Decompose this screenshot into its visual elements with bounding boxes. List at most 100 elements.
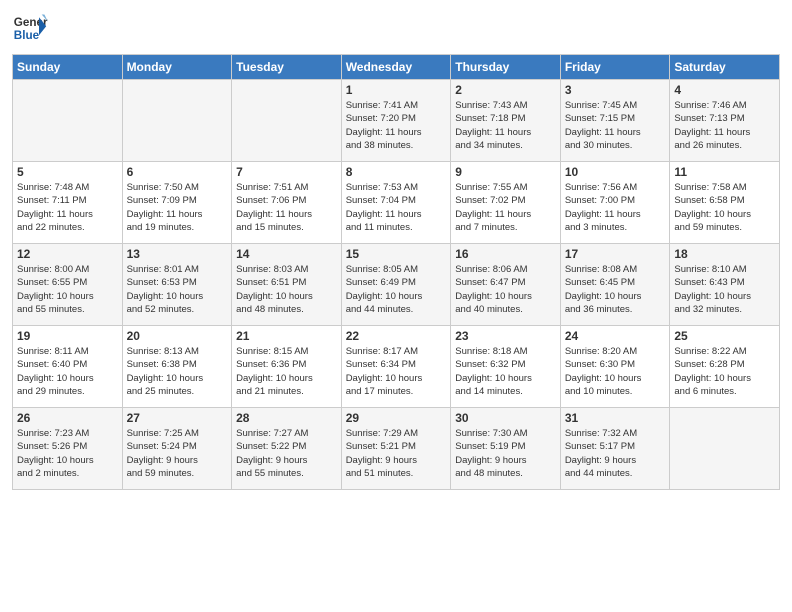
- calendar-week-row: 12 Sunrise: 8:00 AM Sunset: 6:55 PM Dayli…: [13, 244, 780, 326]
- day-info: Sunrise: 7:27 AM Sunset: 5:22 PM Dayligh…: [236, 427, 337, 480]
- day-info: Sunrise: 7:30 AM Sunset: 5:19 PM Dayligh…: [455, 427, 556, 480]
- day-number: 21: [236, 329, 337, 343]
- calendar-cell: 27 Sunrise: 7:25 AM Sunset: 5:24 PM Dayli…: [122, 408, 232, 490]
- weekday-header-friday: Friday: [560, 55, 670, 80]
- day-number: 25: [674, 329, 775, 343]
- day-info: Sunrise: 7:25 AM Sunset: 5:24 PM Dayligh…: [127, 427, 228, 480]
- calendar-cell: 18 Sunrise: 8:10 AM Sunset: 6:43 PM Dayli…: [670, 244, 780, 326]
- calendar-week-row: 5 Sunrise: 7:48 AM Sunset: 7:11 PM Daylig…: [13, 162, 780, 244]
- day-info: Sunrise: 8:10 AM Sunset: 6:43 PM Dayligh…: [674, 263, 775, 316]
- day-number: 15: [346, 247, 447, 261]
- weekday-header-saturday: Saturday: [670, 55, 780, 80]
- calendar-cell: 21Sunrise: 8:15 AM Sunset: 6:36 PM Dayli…: [232, 326, 342, 408]
- day-info: Sunrise: 7:45 AM Sunset: 7:15 PM Dayligh…: [565, 99, 666, 152]
- day-number: 7: [236, 165, 337, 179]
- calendar-cell: 7 Sunrise: 7:51 AM Sunset: 7:06 PM Daylig…: [232, 162, 342, 244]
- weekday-header-wednesday: Wednesday: [341, 55, 451, 80]
- calendar-table: SundayMondayTuesdayWednesdayThursdayFrid…: [12, 54, 780, 490]
- weekday-header-monday: Monday: [122, 55, 232, 80]
- day-number: 27: [127, 411, 228, 425]
- calendar-cell: 22 Sunrise: 8:17 AM Sunset: 6:34 PM Dayli…: [341, 326, 451, 408]
- day-number: 20: [127, 329, 228, 343]
- day-info: Sunrise: 7:48 AM Sunset: 7:11 PM Dayligh…: [17, 181, 118, 234]
- calendar-cell: 1 Sunrise: 7:41 AM Sunset: 7:20 PM Daylig…: [341, 80, 451, 162]
- calendar-cell: [122, 80, 232, 162]
- calendar-cell: 24Sunrise: 8:20 AM Sunset: 6:30 PM Dayli…: [560, 326, 670, 408]
- day-number: 30: [455, 411, 556, 425]
- calendar-cell: [232, 80, 342, 162]
- calendar-week-row: 1 Sunrise: 7:41 AM Sunset: 7:20 PM Daylig…: [13, 80, 780, 162]
- calendar-cell: 14Sunrise: 8:03 AM Sunset: 6:51 PM Dayli…: [232, 244, 342, 326]
- calendar-header-row: SundayMondayTuesdayWednesdayThursdayFrid…: [13, 55, 780, 80]
- weekday-header-tuesday: Tuesday: [232, 55, 342, 80]
- day-info: Sunrise: 7:55 AM Sunset: 7:02 PM Dayligh…: [455, 181, 556, 234]
- day-number: 1: [346, 83, 447, 97]
- day-info: Sunrise: 7:41 AM Sunset: 7:20 PM Dayligh…: [346, 99, 447, 152]
- calendar-cell: 25 Sunrise: 8:22 AM Sunset: 6:28 PM Dayli…: [670, 326, 780, 408]
- calendar-cell: 11 Sunrise: 7:58 AM Sunset: 6:58 PM Dayli…: [670, 162, 780, 244]
- day-info: Sunrise: 7:23 AM Sunset: 5:26 PM Dayligh…: [17, 427, 118, 480]
- day-info: Sunrise: 7:32 AM Sunset: 5:17 PM Dayligh…: [565, 427, 666, 480]
- header: General Blue: [12, 10, 780, 46]
- day-number: 28: [236, 411, 337, 425]
- day-info: Sunrise: 8:08 AM Sunset: 6:45 PM Dayligh…: [565, 263, 666, 316]
- day-number: 11: [674, 165, 775, 179]
- calendar-cell: 10Sunrise: 7:56 AM Sunset: 7:00 PM Dayli…: [560, 162, 670, 244]
- day-number: 22: [346, 329, 447, 343]
- day-info: Sunrise: 8:03 AM Sunset: 6:51 PM Dayligh…: [236, 263, 337, 316]
- svg-text:Blue: Blue: [14, 29, 40, 42]
- day-number: 10: [565, 165, 666, 179]
- day-number: 12: [17, 247, 118, 261]
- day-info: Sunrise: 8:00 AM Sunset: 6:55 PM Dayligh…: [17, 263, 118, 316]
- day-number: 4: [674, 83, 775, 97]
- calendar-cell: 23 Sunrise: 8:18 AM Sunset: 6:32 PM Dayli…: [451, 326, 561, 408]
- day-info: Sunrise: 7:53 AM Sunset: 7:04 PM Dayligh…: [346, 181, 447, 234]
- calendar-cell: 16 Sunrise: 8:06 AM Sunset: 6:47 PM Dayli…: [451, 244, 561, 326]
- calendar-cell: 6 Sunrise: 7:50 AM Sunset: 7:09 PM Daylig…: [122, 162, 232, 244]
- day-info: Sunrise: 8:05 AM Sunset: 6:49 PM Dayligh…: [346, 263, 447, 316]
- day-info: Sunrise: 8:13 AM Sunset: 6:38 PM Dayligh…: [127, 345, 228, 398]
- day-number: 24: [565, 329, 666, 343]
- calendar-cell: 4Sunrise: 7:46 AM Sunset: 7:13 PM Daylig…: [670, 80, 780, 162]
- day-info: Sunrise: 8:17 AM Sunset: 6:34 PM Dayligh…: [346, 345, 447, 398]
- day-info: Sunrise: 8:06 AM Sunset: 6:47 PM Dayligh…: [455, 263, 556, 316]
- day-number: 6: [127, 165, 228, 179]
- day-number: 2: [455, 83, 556, 97]
- day-number: 17: [565, 247, 666, 261]
- day-info: Sunrise: 7:58 AM Sunset: 6:58 PM Dayligh…: [674, 181, 775, 234]
- day-info: Sunrise: 7:50 AM Sunset: 7:09 PM Dayligh…: [127, 181, 228, 234]
- calendar-cell: 12 Sunrise: 8:00 AM Sunset: 6:55 PM Dayli…: [13, 244, 123, 326]
- weekday-header-sunday: Sunday: [13, 55, 123, 80]
- calendar-cell: 30 Sunrise: 7:30 AM Sunset: 5:19 PM Dayli…: [451, 408, 561, 490]
- calendar-cell: 26 Sunrise: 7:23 AM Sunset: 5:26 PM Dayli…: [13, 408, 123, 490]
- calendar-cell: 15 Sunrise: 8:05 AM Sunset: 6:49 PM Dayli…: [341, 244, 451, 326]
- calendar-cell: 29 Sunrise: 7:29 AM Sunset: 5:21 PM Dayli…: [341, 408, 451, 490]
- day-number: 16: [455, 247, 556, 261]
- day-number: 9: [455, 165, 556, 179]
- day-info: Sunrise: 8:22 AM Sunset: 6:28 PM Dayligh…: [674, 345, 775, 398]
- calendar-cell: 20 Sunrise: 8:13 AM Sunset: 6:38 PM Dayli…: [122, 326, 232, 408]
- calendar-cell: 19Sunrise: 8:11 AM Sunset: 6:40 PM Dayli…: [13, 326, 123, 408]
- calendar-cell: 9 Sunrise: 7:55 AM Sunset: 7:02 PM Daylig…: [451, 162, 561, 244]
- calendar-cell: 2Sunrise: 7:43 AM Sunset: 7:18 PM Daylig…: [451, 80, 561, 162]
- calendar-cell: 17 Sunrise: 8:08 AM Sunset: 6:45 PM Dayli…: [560, 244, 670, 326]
- calendar-week-row: 19Sunrise: 8:11 AM Sunset: 6:40 PM Dayli…: [13, 326, 780, 408]
- day-number: 13: [127, 247, 228, 261]
- calendar-cell: [13, 80, 123, 162]
- day-info: Sunrise: 8:18 AM Sunset: 6:32 PM Dayligh…: [455, 345, 556, 398]
- calendar-cell: [670, 408, 780, 490]
- day-number: 29: [346, 411, 447, 425]
- day-number: 19: [17, 329, 118, 343]
- day-info: Sunrise: 7:51 AM Sunset: 7:06 PM Dayligh…: [236, 181, 337, 234]
- day-number: 26: [17, 411, 118, 425]
- day-info: Sunrise: 7:29 AM Sunset: 5:21 PM Dayligh…: [346, 427, 447, 480]
- day-number: 23: [455, 329, 556, 343]
- weekday-header-thursday: Thursday: [451, 55, 561, 80]
- day-number: 5: [17, 165, 118, 179]
- calendar-cell: 31 Sunrise: 7:32 AM Sunset: 5:17 PM Dayli…: [560, 408, 670, 490]
- calendar-cell: 8Sunrise: 7:53 AM Sunset: 7:04 PM Daylig…: [341, 162, 451, 244]
- day-number: 31: [565, 411, 666, 425]
- calendar-week-row: 26 Sunrise: 7:23 AM Sunset: 5:26 PM Dayli…: [13, 408, 780, 490]
- day-number: 18: [674, 247, 775, 261]
- day-info: Sunrise: 8:01 AM Sunset: 6:53 PM Dayligh…: [127, 263, 228, 316]
